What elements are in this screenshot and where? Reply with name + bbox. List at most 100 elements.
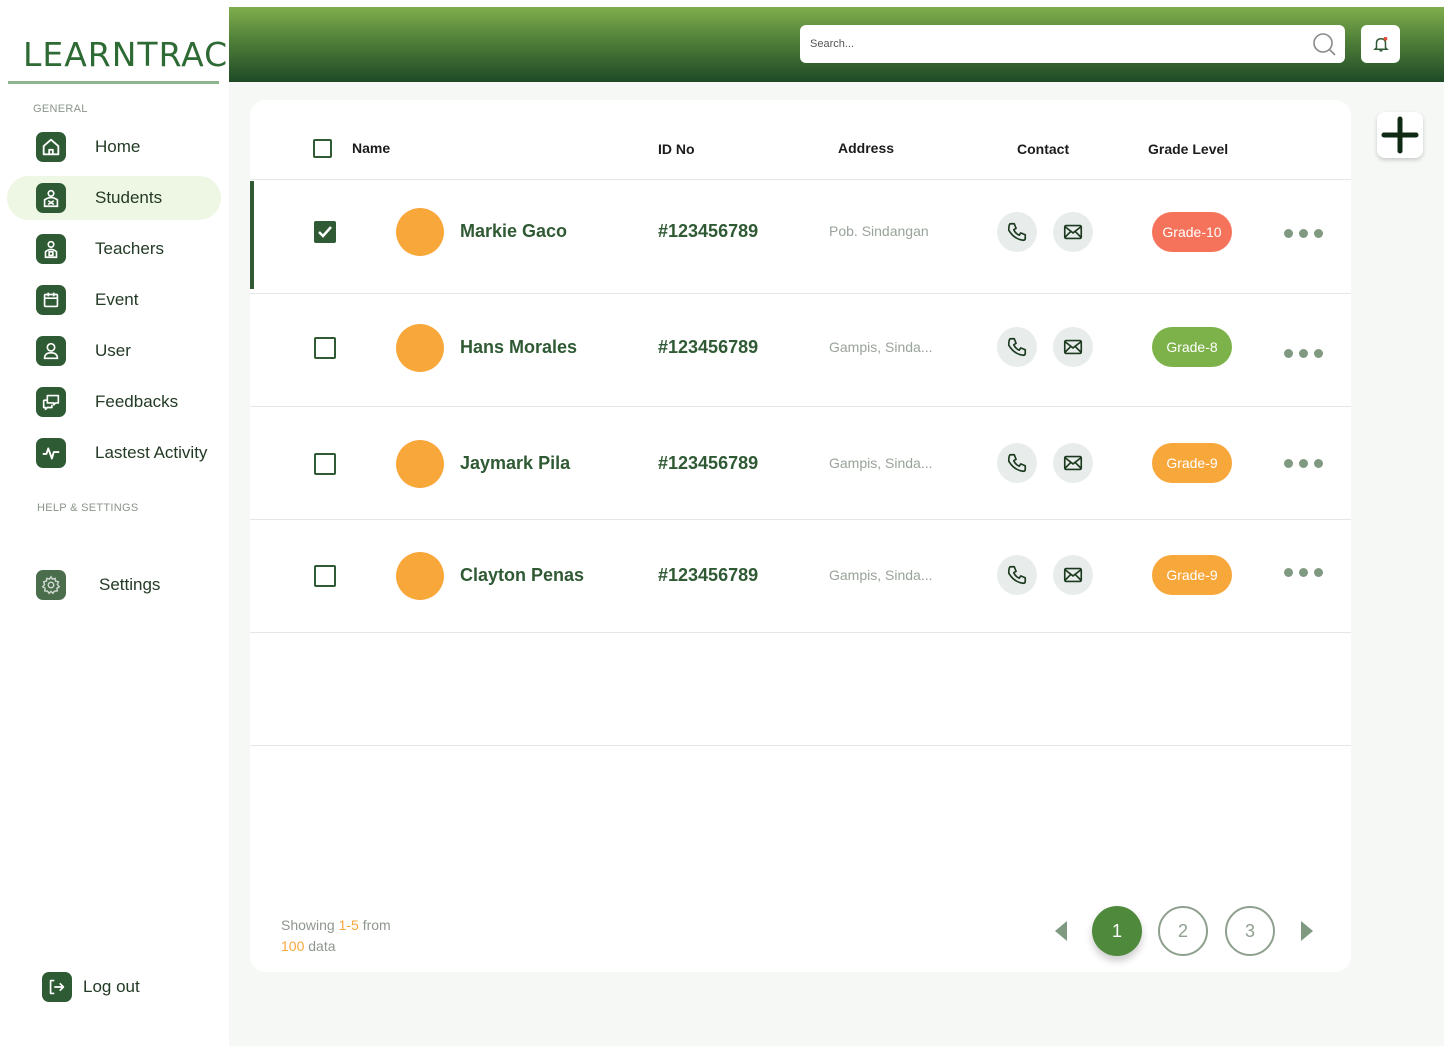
- row-more-button[interactable]: [1284, 229, 1323, 238]
- pagination-summary: Showing 1-5 from 100 data: [281, 915, 391, 957]
- home-icon: [36, 132, 66, 162]
- email-button[interactable]: [1053, 443, 1093, 483]
- phone-icon: [1007, 565, 1027, 585]
- calendar-icon: [36, 285, 66, 315]
- section-label-help: HELP & SETTINGS: [37, 502, 139, 514]
- row-checkbox[interactable]: [314, 337, 336, 359]
- sidebar-item-teachers[interactable]: Teachers: [7, 227, 221, 271]
- phone-icon: [1007, 453, 1027, 473]
- column-header-address[interactable]: Address: [838, 140, 894, 156]
- table-row[interactable]: Clayton Penas #123456789 Gampis, Sinda..…: [250, 520, 1351, 633]
- avatar: [396, 552, 444, 600]
- grade-badge[interactable]: Grade-9: [1152, 555, 1232, 595]
- column-header-id[interactable]: ID No: [658, 141, 695, 157]
- student-name[interactable]: Jaymark Pila: [460, 453, 570, 474]
- logout-label: Log out: [83, 977, 140, 996]
- column-header-name[interactable]: Name: [352, 140, 390, 156]
- showing-range: 1-5: [338, 917, 359, 933]
- grade-badge[interactable]: Grade-9: [1152, 443, 1232, 483]
- student-id: #123456789: [658, 337, 759, 357]
- notification-button[interactable]: [1361, 25, 1400, 63]
- user-icon: [36, 336, 66, 366]
- call-button[interactable]: [997, 555, 1037, 595]
- prev-page-icon[interactable]: [1053, 919, 1069, 943]
- student-name[interactable]: Clayton Penas: [460, 565, 584, 586]
- sidebar-item-label: Teachers: [95, 239, 164, 258]
- student-id: #123456789: [658, 453, 759, 473]
- sidebar-item-label: Lastest Activity: [95, 443, 208, 462]
- table-row[interactable]: Markie Gaco #123456789 Pob. Sindangan Gr…: [250, 181, 1351, 294]
- sidebar-item-feedbacks[interactable]: Feedbacks: [7, 380, 221, 424]
- grade-badge[interactable]: Grade-8: [1152, 327, 1232, 367]
- search-bar: [800, 25, 1345, 63]
- sidebar-item-home[interactable]: Home: [7, 125, 221, 169]
- call-button[interactable]: [997, 443, 1037, 483]
- student-address: Gampis, Sinda...: [829, 455, 933, 471]
- call-button[interactable]: [997, 212, 1037, 252]
- sidebar-item-label: Settings: [99, 575, 161, 594]
- row-more-button[interactable]: [1284, 349, 1323, 358]
- email-button[interactable]: [1053, 555, 1093, 595]
- chat-icon: [36, 387, 66, 417]
- check-icon: [318, 226, 332, 238]
- mail-icon: [1063, 455, 1083, 471]
- column-header-contact[interactable]: Contact: [1017, 141, 1069, 157]
- grade-badge[interactable]: Grade-10: [1152, 212, 1232, 252]
- top-header: [229, 7, 1444, 82]
- sidebar-item-event[interactable]: Event: [7, 278, 221, 322]
- add-student-button[interactable]: [1377, 112, 1423, 158]
- email-button[interactable]: [1053, 327, 1093, 367]
- avatar: [396, 440, 444, 488]
- student-icon: [36, 183, 66, 213]
- table-row[interactable]: Jaymark Pila #123456789 Gampis, Sinda...…: [250, 407, 1351, 520]
- student-id: #123456789: [658, 565, 759, 585]
- call-button[interactable]: [997, 327, 1037, 367]
- next-page-icon[interactable]: [1299, 919, 1315, 943]
- activity-icon: [36, 438, 66, 468]
- logout-icon: [42, 972, 72, 1002]
- bell-icon: [1372, 36, 1389, 52]
- logo: LEARNTRACK: [23, 35, 251, 74]
- row-checkbox[interactable]: [314, 221, 336, 243]
- student-name[interactable]: Markie Gaco: [460, 221, 567, 242]
- student-id: #123456789: [658, 221, 759, 241]
- logout-button[interactable]: Log out: [7, 965, 221, 1009]
- email-button[interactable]: [1053, 212, 1093, 252]
- page-button-1[interactable]: 1: [1092, 906, 1142, 956]
- empty-table-row: [250, 633, 1351, 746]
- students-table-card: Name ID No Address Contact Grade Level M…: [250, 100, 1351, 972]
- mail-icon: [1063, 224, 1083, 240]
- row-checkbox[interactable]: [314, 453, 336, 475]
- sidebar-item-latest-activity[interactable]: Lastest Activity: [7, 431, 221, 475]
- showing-total: 100: [281, 938, 305, 954]
- sidebar-item-label: Home: [95, 137, 141, 156]
- search-icon[interactable]: [1311, 31, 1337, 57]
- page-button-2[interactable]: 2: [1158, 906, 1208, 956]
- select-all-checkbox[interactable]: [313, 139, 332, 158]
- row-more-button[interactable]: [1284, 568, 1323, 577]
- plus-icon: [1381, 116, 1419, 154]
- table-row[interactable]: Hans Morales #123456789 Gampis, Sinda...…: [250, 294, 1351, 407]
- sidebar-item-students[interactable]: Students: [7, 176, 221, 220]
- sidebar-item-user[interactable]: User: [7, 329, 221, 373]
- student-name[interactable]: Hans Morales: [460, 337, 577, 358]
- page-button-3[interactable]: 3: [1225, 906, 1275, 956]
- student-address: Gampis, Sinda...: [829, 567, 933, 583]
- phone-icon: [1007, 337, 1027, 357]
- search-input[interactable]: [810, 38, 1290, 50]
- mail-icon: [1063, 567, 1083, 583]
- showing-prefix: Showing: [281, 917, 339, 933]
- mail-icon: [1063, 339, 1083, 355]
- column-header-grade[interactable]: Grade Level: [1148, 141, 1228, 157]
- section-label-general: GENERAL: [33, 103, 88, 115]
- row-checkbox[interactable]: [314, 565, 336, 587]
- avatar: [396, 324, 444, 372]
- gear-icon: [36, 570, 66, 600]
- row-more-button[interactable]: [1284, 459, 1323, 468]
- app-frame: LEARNTRACK GENERAL Home Students Teacher…: [7, 7, 1444, 1046]
- sidebar-item-settings[interactable]: Settings: [7, 563, 221, 607]
- sidebar-item-label: User: [95, 341, 131, 360]
- phone-icon: [1007, 222, 1027, 242]
- sidebar-item-label: Feedbacks: [95, 392, 179, 411]
- logo-underline: [8, 81, 219, 84]
